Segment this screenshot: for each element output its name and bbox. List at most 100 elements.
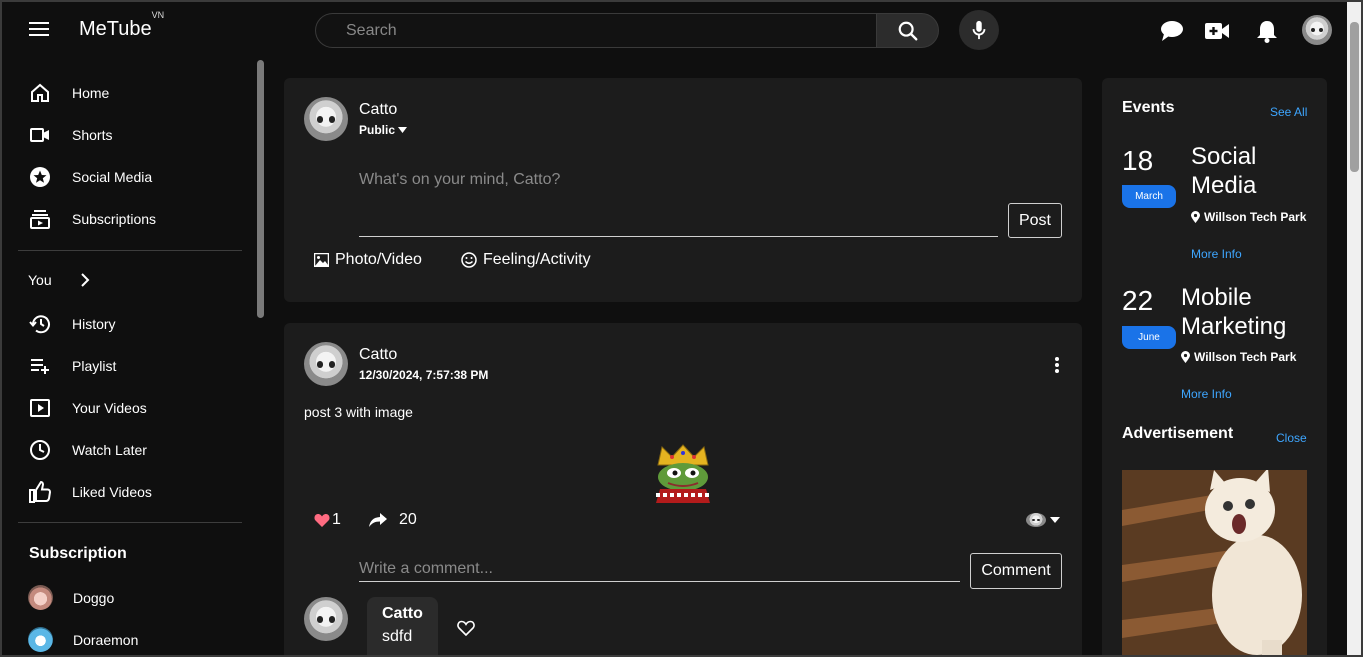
subscriptions-icon [28,207,52,231]
close-ad-link[interactable]: Close [1276,431,1307,445]
page-scrollbar-thumb[interactable] [1350,22,1359,172]
subscription-label: Doggo [73,589,115,606]
sidebar-item-label: Liked Videos [72,484,152,500]
event-month-badge: June [1122,326,1176,349]
sidebar-item-watch-later[interactable]: Watch Later [18,430,242,470]
sidebar-divider [18,250,242,251]
history-icon [28,312,52,336]
post-composer: Catto Public Post Photo/Video Feeling/Ac… [284,78,1082,302]
clock-icon [28,438,52,462]
messages-icon[interactable] [1159,18,1185,44]
sidebar-item-shorts[interactable]: Shorts [18,115,242,155]
composer-avatar [304,97,348,141]
sidebar-item-label: History [72,316,116,332]
feeling-activity-label: Feeling/Activity [483,251,591,268]
post-card: Catto 12/30/2024, 7:57:38 PM post 3 with… [284,323,1082,657]
like-button[interactable]: 1 [314,511,341,529]
search-bar [315,13,939,48]
shorts-icon [28,123,52,147]
app-logo[interactable]: MeTubeVN [79,10,164,41]
post-timestamp: 12/30/2024, 7:57:38 PM [359,368,489,382]
sidebar-item-playlist[interactable]: Playlist [18,346,242,386]
share-count: 20 [399,511,417,528]
search-button[interactable] [876,13,939,48]
sidebar-item-label: Your Videos [72,400,147,416]
event-location: Willson Tech Park [1191,210,1306,224]
event-day: 22 [1122,285,1154,316]
post-text-input[interactable] [359,163,998,237]
sidebar-item-label: Watch Later [72,442,147,458]
reaction-avatar-dropdown[interactable] [1026,513,1060,527]
sidebar-item-label: Social Media [72,169,153,185]
more-options-icon[interactable] [1054,357,1060,378]
create-video-icon[interactable] [1204,18,1230,44]
thumbs-up-icon [28,480,52,504]
post-image[interactable] [650,443,716,503]
sidebar-scrollbar[interactable] [257,60,264,318]
smiley-icon [461,252,477,268]
photo-video-button[interactable]: Photo/Video [314,251,422,269]
more-info-link[interactable]: More Info [1181,387,1232,401]
share-arrow-icon [369,513,387,527]
subscription-heading: Subscription [29,545,127,562]
caret-down-icon [398,127,408,133]
user-avatar[interactable] [1302,15,1332,45]
sidebar-item-history[interactable]: History [18,304,242,344]
menu-icon[interactable] [29,22,49,38]
commenter-name[interactable]: Catto [382,605,438,623]
channel-avatar [28,627,53,652]
composer-username: Catto [359,101,398,118]
playlist-add-icon [28,354,52,378]
sidebar-you-header[interactable]: You [28,272,90,288]
reactor-avatar [1026,513,1046,527]
subscription-item-doggo[interactable]: Doggo [28,585,114,610]
see-all-link[interactable]: See All [1270,105,1307,119]
comment-text: sdfd [382,628,413,645]
commenter-avatar[interactable] [304,597,348,641]
notifications-bell-icon[interactable] [1254,18,1280,44]
chevron-right-icon [80,273,90,287]
map-pin-icon [1191,211,1200,223]
voice-search-button[interactable] [959,10,999,50]
sidebar-item-home[interactable]: Home [18,73,242,113]
sidebar-divider [18,522,242,523]
post-author-avatar[interactable] [304,342,348,386]
your-videos-icon [28,396,52,420]
more-info-link[interactable]: More Info [1191,247,1242,261]
right-panel: Events See All 18 March Social Media Will… [1102,78,1327,657]
post-author-name[interactable]: Catto [359,346,397,364]
comment-like-heart-icon[interactable] [457,620,475,641]
heart-filled-icon [314,514,330,527]
comment-bubble: Catto sdfd [367,597,438,657]
search-icon [898,21,917,40]
sidebar-item-social-media[interactable]: Social Media [18,157,242,197]
you-label: You [28,272,52,288]
like-count: 1 [332,511,341,528]
advertisement-image[interactable] [1122,470,1307,657]
post-text: post 3 with image [304,404,413,420]
privacy-dropdown[interactable]: Public [359,123,408,137]
advertisement-heading: Advertisement [1122,425,1234,442]
post-button[interactable]: Post [1008,203,1062,238]
map-pin-icon [1181,351,1190,363]
sidebar-item-label: Playlist [72,358,117,374]
event-title[interactable]: Social Media [1191,142,1256,200]
subscription-item-doraemon[interactable]: Doraemon [28,627,138,652]
comment-button[interactable]: Comment [970,553,1062,589]
event-title[interactable]: Mobile Marketing [1181,283,1286,341]
star-icon [28,165,52,189]
event-month-badge: March [1122,185,1176,208]
sidebar: Home Shorts Social Media Subscriptions Y… [0,60,265,657]
search-input[interactable] [315,13,876,48]
channel-avatar [28,585,53,610]
comment-input[interactable] [359,556,960,582]
sidebar-item-label: Shorts [72,127,113,143]
subscription-label: Doraemon [73,631,139,648]
feeling-activity-button[interactable]: Feeling/Activity [461,251,591,269]
sidebar-item-liked-videos[interactable]: Liked Videos [18,472,242,512]
privacy-label: Public [359,123,396,137]
top-header: MeTubeVN [0,0,1363,60]
sidebar-item-your-videos[interactable]: Your Videos [18,388,242,428]
sidebar-item-subscriptions[interactable]: Subscriptions [18,199,242,239]
share-button[interactable]: 20 [369,511,417,529]
